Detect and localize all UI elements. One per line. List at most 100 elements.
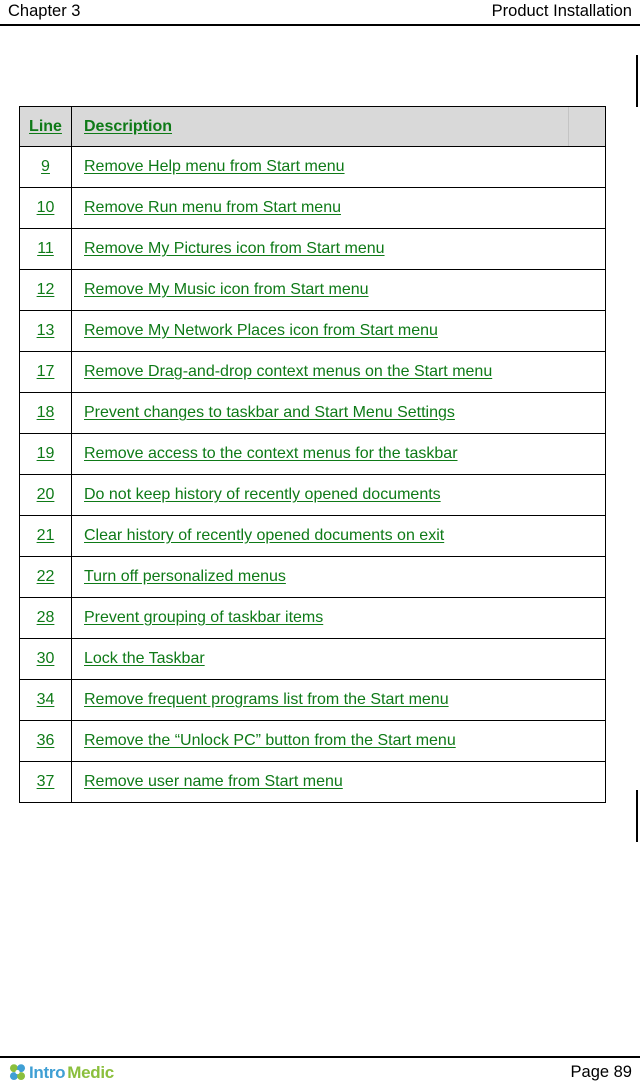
description-value: Remove the “Unlock PC” button from the S… [84, 732, 456, 749]
table-row: 13 Remove My Network Places icon from St… [19, 310, 606, 352]
cell-description: Lock the Taskbar [71, 638, 606, 680]
column-header-line: Line [19, 106, 72, 147]
description-value: Remove My Music icon from Start menu [84, 281, 369, 298]
cell-line: 20 [19, 474, 72, 516]
description-value: Do not keep history of recently opened d… [84, 486, 441, 503]
table-row: 9 Remove Help menu from Start menu [19, 146, 606, 188]
table-row: 10 Remove Run menu from Start menu [19, 187, 606, 229]
brand-name-medic: Medic [67, 1062, 114, 1082]
cell-line: 17 [19, 351, 72, 393]
cell-description: Remove user name from Start menu [71, 761, 606, 803]
column-header-description-label: Description [84, 117, 173, 135]
description-value: Prevent grouping of taskbar items [84, 609, 324, 626]
table-row: 19 Remove access to the context menus fo… [19, 433, 606, 475]
line-value: 12 [36, 281, 55, 298]
description-value: Remove Drag-and-drop context menus on th… [84, 363, 493, 380]
column-header-description-box: Description [72, 117, 605, 137]
line-value: 10 [36, 199, 55, 216]
description-value: Remove access to the context menus for t… [84, 445, 458, 462]
line-value: 30 [36, 650, 55, 667]
brand-logo: Intro Medic [8, 1060, 114, 1084]
line-value: 37 [36, 773, 55, 790]
line-value: 28 [36, 609, 55, 626]
cell-line: 30 [19, 638, 72, 680]
line-value: 9 [41, 158, 50, 175]
column-header-description: Description [71, 106, 606, 147]
table-row: 18 Prevent changes to taskbar and Start … [19, 392, 606, 434]
cell-line: 36 [19, 720, 72, 762]
clover-logo-icon [9, 1063, 26, 1080]
line-value: 34 [36, 691, 55, 708]
brand-name-intro: Intro [29, 1062, 66, 1082]
section-title: Product Installation [491, 2, 632, 20]
cell-line: 22 [19, 556, 72, 598]
table-row: 12 Remove My Music icon from Start menu [19, 269, 606, 311]
cell-line: 28 [19, 597, 72, 639]
table-row: 22 Turn off personalized menus [19, 556, 606, 598]
cell-line: 11 [19, 228, 72, 270]
cell-description: Clear history of recently opened documen… [71, 515, 606, 557]
cell-description: Remove My Network Places icon from Start… [71, 310, 606, 352]
table-body: 9 Remove Help menu from Start menu 10 Re… [19, 146, 606, 803]
cell-description: Remove Help menu from Start menu [71, 146, 606, 188]
settings-table: Line Description 9 Remove Help menu from… [19, 106, 606, 803]
description-value: Remove frequent programs list from the S… [84, 691, 449, 708]
description-value: Remove Help menu from Start menu [84, 158, 345, 175]
cell-description: Remove My Music icon from Start menu [71, 269, 606, 311]
cell-description: Remove frequent programs list from the S… [71, 679, 606, 721]
line-value: 11 [37, 240, 54, 257]
cell-line: 10 [19, 187, 72, 229]
table-row: 17 Remove Drag-and-drop context menus on… [19, 351, 606, 393]
description-value: Remove user name from Start menu [84, 773, 343, 790]
cell-line: 9 [19, 146, 72, 188]
cell-line: 12 [19, 269, 72, 311]
table-row: 34 Remove frequent programs list from th… [19, 679, 606, 721]
line-value: 21 [36, 527, 55, 544]
cell-description: Remove Drag-and-drop context menus on th… [71, 351, 606, 393]
table-row: 11 Remove My Pictures icon from Start me… [19, 228, 606, 270]
settings-table-container: Line Description 9 Remove Help menu from… [19, 106, 606, 803]
table-header: Line Description [19, 106, 606, 147]
description-value: Clear history of recently opened documen… [84, 527, 445, 544]
table-row: 30 Lock the Taskbar [19, 638, 606, 680]
cell-line: 21 [19, 515, 72, 557]
cell-description: Turn off personalized menus [71, 556, 606, 598]
cell-description: Remove Run menu from Start menu [71, 187, 606, 229]
description-value: Turn off personalized menus [84, 568, 286, 585]
table-row: 37 Remove user name from Start menu [19, 761, 606, 803]
line-value: 22 [36, 568, 55, 585]
cell-description: Remove My Pictures icon from Start menu [71, 228, 606, 270]
cell-description: Prevent changes to taskbar and Start Men… [71, 392, 606, 434]
table-row: 36 Remove the “Unlock PC” button from th… [19, 720, 606, 762]
line-value: 17 [36, 363, 55, 380]
line-value: 18 [36, 404, 55, 421]
column-header-line-box: Line [20, 117, 71, 137]
cell-line: 18 [19, 392, 72, 434]
table-row: 20 Do not keep history of recently opene… [19, 474, 606, 516]
cell-line: 13 [19, 310, 72, 352]
cell-description: Prevent grouping of taskbar items [71, 597, 606, 639]
table-header-row: Line Description [19, 106, 606, 147]
cell-line: 34 [19, 679, 72, 721]
description-value: Remove My Network Places icon from Start… [84, 322, 438, 339]
table-row: 21 Clear history of recently opened docu… [19, 515, 606, 557]
header-divider [0, 24, 640, 26]
change-bar-bottom [636, 790, 638, 842]
running-head: Chapter 3 Product Installation [0, 0, 640, 26]
cell-description: Remove the “Unlock PC” button from the S… [71, 720, 606, 762]
line-value: 19 [36, 445, 55, 462]
line-value: 13 [36, 322, 55, 339]
line-value: 36 [36, 732, 55, 749]
cell-description: Remove access to the context menus for t… [71, 433, 606, 475]
description-value: Prevent changes to taskbar and Start Men… [84, 404, 455, 421]
line-value: 20 [36, 486, 55, 503]
cell-line: 37 [19, 761, 72, 803]
description-value: Remove Run menu from Start menu [84, 199, 341, 216]
page-number: Page 89 [570, 1063, 632, 1081]
chapter-label: Chapter 3 [8, 2, 81, 20]
description-value: Lock the Taskbar [84, 650, 205, 667]
description-value: Remove My Pictures icon from Start menu [84, 240, 385, 257]
column-header-line-label: Line [29, 117, 62, 135]
page-footer: Intro Medic Page 89 [0, 1058, 640, 1086]
table-row: 28 Prevent grouping of taskbar items [19, 597, 606, 639]
